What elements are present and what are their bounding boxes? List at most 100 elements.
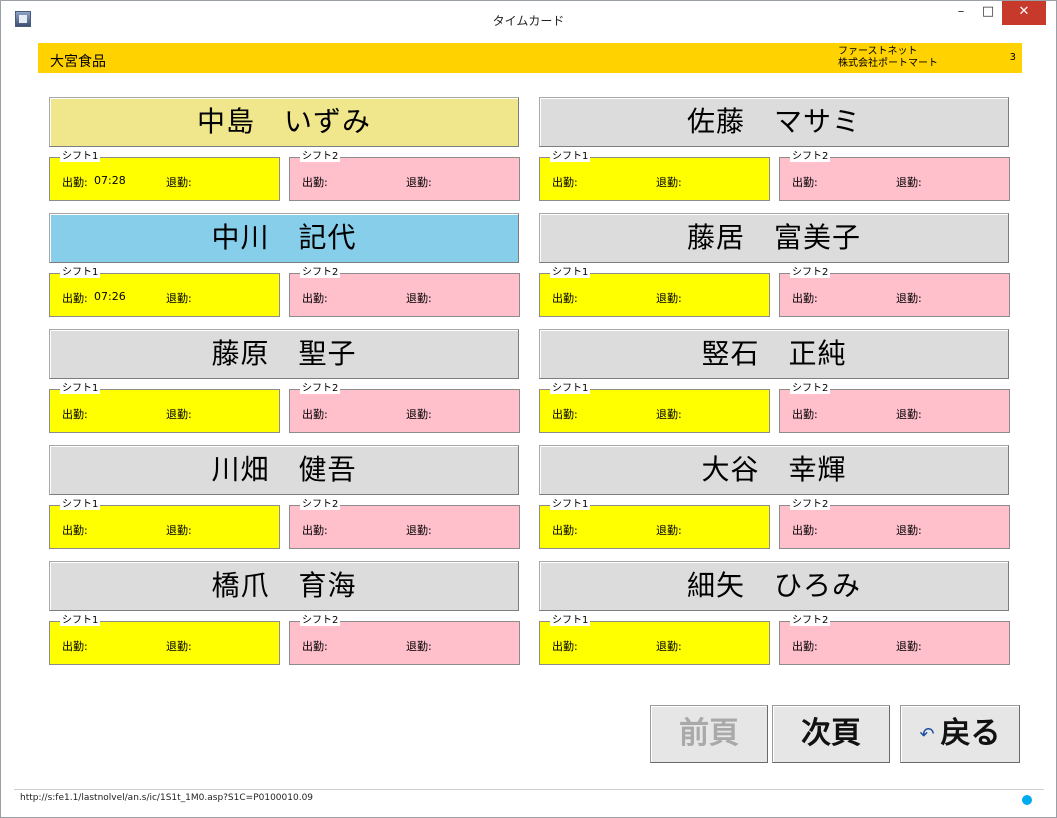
shift2-box: シフト2 出勤: 退勤:: [779, 151, 1010, 201]
employee-name-button[interactable]: 竪石 正純: [539, 329, 1009, 379]
clock-in-label: 出勤:: [302, 176, 328, 189]
employee-name-button[interactable]: 佐藤 マサミ: [539, 97, 1009, 147]
header-bar: 大宮食品 ファーストネット 株式会社ポートマート 3: [38, 43, 1022, 73]
clock-in-label: 出勤:: [552, 292, 578, 305]
clock-out-label: 退勤:: [896, 176, 922, 189]
shift1-box: シフト1 出勤: 退勤:: [49, 615, 280, 665]
shift2-label: シフト2: [300, 499, 341, 510]
title-bar[interactable]: タイムカード – □ ✕: [1, 1, 1056, 35]
clock-in-label: 出勤:: [302, 524, 328, 537]
shift1-box: シフト1 出勤: 退勤:: [539, 499, 770, 549]
employee-name-button[interactable]: 藤原 聖子: [49, 329, 519, 379]
clock-in-time: 07:28: [94, 174, 126, 187]
employee-name-button[interactable]: 川畑 健吾: [49, 445, 519, 495]
shift2-box: シフト2 出勤: 退勤:: [779, 615, 1010, 665]
shift1-label: シフト1: [550, 267, 591, 278]
employee-card: 竪石 正純 シフト1 出勤: 退勤: シフト2 出勤: 退勤:: [539, 329, 1010, 435]
employee-name-button[interactable]: 大谷 幸輝: [539, 445, 1009, 495]
clock-out-label: 退勤:: [656, 408, 682, 421]
employee-name-button[interactable]: 橋爪 育海: [49, 561, 519, 611]
shift1-box: シフト1 出勤: 退勤:: [49, 499, 280, 549]
back-arrow-icon: ↶: [919, 723, 935, 745]
status-url: http://s:fe1.1/lastnolvel/an.s/ic/1S1t_1…: [20, 793, 314, 803]
shift1-box: シフト1 出勤: 退勤:: [539, 267, 770, 317]
clock-in-label: 出勤:: [62, 640, 88, 653]
employee-card: 細矢 ひろみ シフト1 出勤: 退勤: シフト2 出勤: 退勤:: [539, 561, 1010, 667]
clock-in-label: 出勤:: [62, 408, 88, 421]
clock-in-label: 出勤:: [62, 292, 88, 305]
back-button-label: 戻る: [940, 716, 1001, 751]
clock-in-label: 出勤:: [62, 176, 88, 189]
shift1-box: シフト1 出勤: 退勤:: [539, 151, 770, 201]
main-area: 大宮食品 ファーストネット 株式会社ポートマート 3 中島 いずみ シフト1 出勤:…: [14, 37, 1044, 807]
clock-in-label: 出勤:: [792, 408, 818, 421]
shift2-label: シフト2: [790, 267, 831, 278]
minimize-button[interactable]: –: [948, 1, 974, 25]
clock-in-time: 07:26: [94, 290, 126, 303]
clock-out-label: 退勤:: [166, 176, 192, 189]
shift1-label: シフト1: [60, 151, 101, 162]
clock-out-label: 退勤:: [406, 176, 432, 189]
clock-out-label: 退勤:: [166, 292, 192, 305]
clock-in-label: 出勤:: [792, 292, 818, 305]
clock-in-label: 出勤:: [552, 408, 578, 421]
employee-card: 橋爪 育海 シフト1 出勤: 退勤: シフト2 出勤: 退勤:: [49, 561, 520, 667]
status-bar: http://s:fe1.1/lastnolvel/an.s/ic/1S1t_1…: [14, 789, 1044, 807]
shift1-box: シフト1 出勤: 07:28 退勤:: [49, 151, 280, 201]
shift2-box: シフト2 出勤: 退勤:: [289, 383, 520, 433]
clock-in-label: 出勤:: [302, 408, 328, 421]
shift2-box: シフト2 出勤: 退勤:: [289, 267, 520, 317]
close-button[interactable]: ✕: [1002, 1, 1046, 25]
employee-card: 中川 記代シフト1 出勤: 07:26 退勤: シフト2 出勤: 退勤:: [49, 213, 520, 319]
employee-card: 藤居 富美子 シフト1 出勤: 退勤: シフト2 出勤: 退勤:: [539, 213, 1010, 319]
shift1-label: シフト1: [60, 267, 101, 278]
employee-name-button[interactable]: 中島 いずみ: [49, 97, 519, 147]
vendor-line-1: ファーストネット: [838, 46, 918, 57]
app-window: タイムカード – □ ✕ 大宮食品 ファーストネット 株式会社ポートマート 3 …: [0, 0, 1057, 818]
company-name: 大宮食品: [50, 54, 106, 70]
clock-out-label: 退勤:: [406, 640, 432, 653]
shift1-label: シフト1: [550, 499, 591, 510]
shift2-box: シフト2 出勤: 退勤:: [289, 151, 520, 201]
shift2-label: シフト2: [300, 267, 341, 278]
clock-in-label: 出勤:: [302, 292, 328, 305]
shift2-box: シフト2 出勤: 退勤:: [779, 383, 1010, 433]
back-button[interactable]: ↶ 戻る: [900, 705, 1020, 763]
vendor-name: ファーストネット 株式会社ポートマート: [838, 46, 938, 70]
employee-card: 佐藤 マサミ シフト1 出勤: 退勤: シフト2 出勤: 退勤:: [539, 97, 1010, 203]
shift1-box: シフト1 出勤: 退勤:: [49, 383, 280, 433]
employee-name-button[interactable]: 中川 記代: [49, 213, 519, 263]
employee-name-button[interactable]: 藤居 富美子: [539, 213, 1009, 263]
employee-card: 藤原 聖子 シフト1 出勤: 退勤: シフト2 出勤: 退勤:: [49, 329, 520, 435]
clock-out-label: 退勤:: [656, 292, 682, 305]
shift2-box: シフト2 出勤: 退勤:: [289, 615, 520, 665]
shift1-label: シフト1: [550, 151, 591, 162]
next-page-button[interactable]: 次頁: [772, 705, 890, 763]
shift1-box: シフト1 出勤: 退勤:: [539, 615, 770, 665]
employee-card: 中島 いずみ シフト1 出勤: 07:28 退勤: シフト2 出勤: 退勤:: [49, 97, 520, 203]
connection-indicator-icon: [1022, 795, 1032, 805]
shift2-label: シフト2: [300, 615, 341, 626]
clock-in-label: 出勤:: [552, 524, 578, 537]
clock-in-label: 出勤:: [552, 640, 578, 653]
clock-out-label: 退勤:: [166, 640, 192, 653]
clock-out-label: 退勤:: [406, 524, 432, 537]
shift1-label: シフト1: [60, 615, 101, 626]
clock-out-label: 退勤:: [896, 408, 922, 421]
employee-name-button[interactable]: 細矢 ひろみ: [539, 561, 1009, 611]
prev-page-button[interactable]: 前頁: [650, 705, 768, 763]
clock-out-label: 退勤:: [656, 524, 682, 537]
shift2-label: シフト2: [790, 615, 831, 626]
shift1-label: シフト1: [60, 499, 101, 510]
shift2-label: シフト2: [790, 383, 831, 394]
shift2-label: シフト2: [790, 151, 831, 162]
clock-out-label: 退勤:: [656, 640, 682, 653]
clock-out-label: 退勤:: [896, 524, 922, 537]
clock-out-label: 退勤:: [406, 292, 432, 305]
shift2-box: シフト2 出勤: 退勤:: [289, 499, 520, 549]
shift2-box: シフト2 出勤: 退勤:: [779, 267, 1010, 317]
vendor-line-2: 株式会社ポートマート: [838, 58, 938, 69]
maximize-button[interactable]: □: [976, 1, 1000, 25]
clock-out-label: 退勤:: [166, 524, 192, 537]
clock-in-label: 出勤:: [62, 524, 88, 537]
